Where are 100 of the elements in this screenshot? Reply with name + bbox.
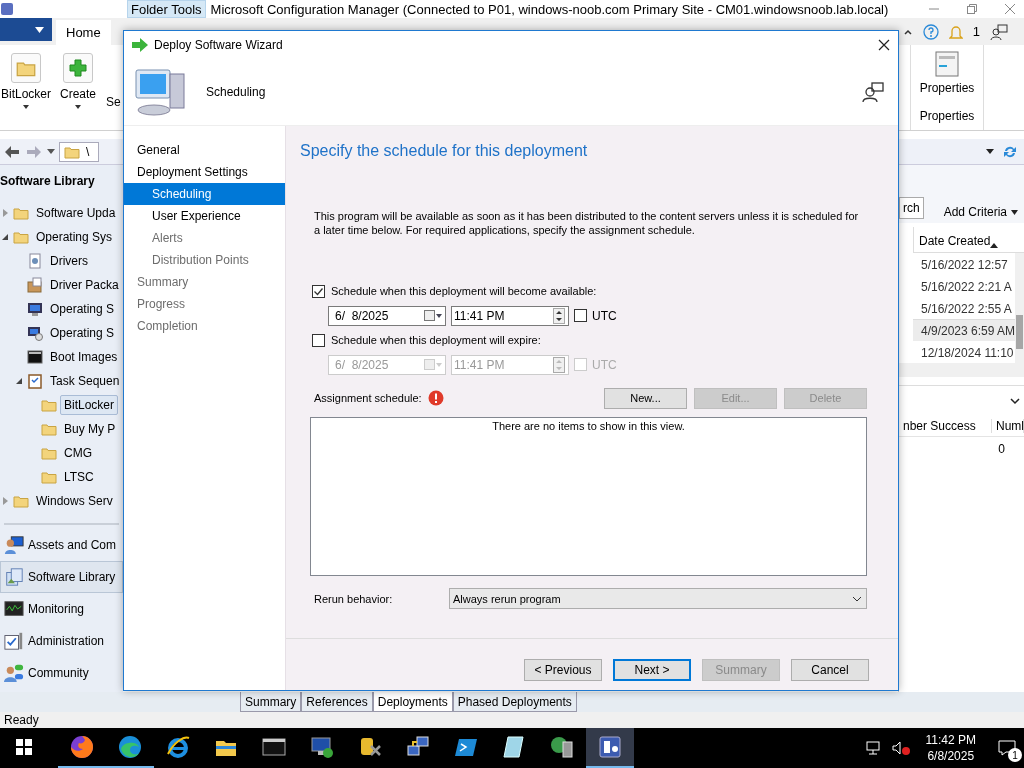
context-tab[interactable]: Folder Tools [127, 0, 206, 18]
folder-icon [41, 397, 57, 413]
dropdown[interactable]: Always rerun program [449, 588, 867, 609]
console-icon [27, 349, 43, 365]
spinner-icon [553, 307, 565, 324]
tree-item[interactable]: Drivers [46, 251, 92, 271]
ribbon-tab[interactable]: Home [56, 20, 111, 45]
speaker-muted-icon [891, 740, 912, 756]
checkbox[interactable] [312, 333, 325, 347]
add-criteria-link[interactable]: Add Criteria [943, 205, 1008, 219]
forward-arrow-icon [25, 143, 43, 160]
caret-icon [1011, 209, 1019, 215]
close-icon [1004, 3, 1016, 15]
user-computer-icon [4, 535, 24, 555]
window-title: Microsoft Configuration Manager (Connected to P01, windows-noob.com Primary Site - CM01.windowsnoob.lab.local) [210, 1, 889, 17]
checkbox-label: UTC [592, 308, 617, 323]
wizard-button[interactable]: < Previous [524, 659, 602, 681]
tab[interactable]: Deployments [372, 692, 453, 712]
taskbar-button[interactable] [586, 728, 634, 768]
tree-item[interactable]: LTSC [60, 467, 98, 487]
chevron-down-icon [1010, 396, 1020, 405]
date-picker[interactable]: 6/ 8/2025 [328, 305, 446, 326]
wizard-button[interactable]: Next > [613, 659, 691, 681]
checkbox[interactable] [312, 284, 325, 298]
gear-document-icon [27, 253, 43, 269]
app-menu-button[interactable] [0, 18, 52, 41]
expanded-arrow-icon[interactable] [14, 376, 24, 386]
tree-item[interactable]: Windows Serv [32, 491, 117, 511]
monitor-chart-icon [4, 599, 24, 619]
caret-icon [23, 105, 29, 109]
scrollbar[interactable] [1015, 253, 1024, 363]
tab[interactable]: References [301, 692, 373, 712]
wizard-button[interactable]: Cancel [791, 659, 869, 681]
computer-icon [134, 66, 188, 118]
expanded-arrow-icon[interactable] [0, 232, 10, 242]
table-cell[interactable]: 5/16/2022 12:57 [913, 253, 1016, 275]
caret-icon [47, 148, 55, 155]
clock[interactable]: 11:42 PM 6/8/2025 [925, 732, 976, 764]
maximize-icon [966, 3, 978, 15]
user-feedback-icon [862, 81, 884, 103]
workspace-label: Community [28, 666, 89, 680]
globe-server-icon [549, 734, 575, 760]
tree-item[interactable]: Operating Sys [32, 227, 117, 247]
workspace-item[interactable]: Administration [0, 625, 123, 657]
scrollbar[interactable] [899, 363, 1024, 377]
workspace-item[interactable]: Community [0, 657, 123, 689]
empty-message: There are no items to show in this view. [492, 420, 685, 434]
column-header[interactable]: Numl [992, 418, 1024, 433]
caret-icon [35, 26, 44, 33]
calendar-icon [424, 358, 442, 371]
action-button[interactable]: New... [604, 387, 687, 409]
ribbon-button[interactable]: Create [60, 87, 96, 101]
properties-button[interactable]: Properties [919, 81, 975, 95]
checkbox[interactable] [574, 309, 587, 322]
table-cell[interactable]: 5/16/2022 2:21 A [913, 275, 1016, 297]
clipboard-icon [27, 373, 43, 389]
tree-item[interactable]: Boot Images [46, 347, 122, 367]
workspace-label: Assets and Com [28, 538, 117, 552]
workspace-label: Monitoring [28, 602, 85, 616]
workspace-label: Administration [28, 634, 105, 648]
tree-item[interactable]: CMG [60, 443, 96, 463]
wizard-step[interactable]: Deployment Settings [124, 161, 285, 183]
table-cell[interactable]: 4/9/2023 6:59 AM [913, 319, 1016, 341]
workspace-item[interactable]: Monitoring [0, 593, 123, 625]
wave-circle-icon [117, 734, 143, 760]
schedule-list[interactable]: There are no items to show in this view. [310, 417, 867, 576]
wizard-step[interactable]: User Experience [124, 205, 285, 227]
tab[interactable]: Phased Deployments [452, 692, 577, 712]
ribbon-button[interactable]: BitLocker [1, 87, 51, 101]
column-header[interactable]: Date Created [919, 234, 991, 248]
table-cell[interactable]: 12/18/2024 11:10 [913, 341, 1016, 363]
search-button[interactable]: rch [899, 197, 924, 219]
checklist-wrench-icon [4, 631, 24, 651]
app-icon [0, 2, 14, 16]
tree-item[interactable]: BitLocker [60, 395, 119, 415]
tree-item[interactable]: Operating S [46, 323, 119, 343]
tree-item[interactable]: Buy My P [60, 419, 120, 439]
workspace-item[interactable]: Assets and Com [0, 529, 123, 561]
notification-count: 1 [972, 24, 980, 39]
folder-icon [13, 229, 29, 245]
fox-globe-icon [69, 734, 95, 760]
tree-item[interactable]: Software Upda [32, 203, 120, 223]
status-text: Ready [4, 713, 39, 727]
bell-icon [948, 23, 963, 40]
ribbon-button[interactable]: Se [106, 95, 121, 109]
table-cell[interactable]: 5/16/2022 2:55 A [913, 297, 1016, 319]
tree-item[interactable]: Operating S [46, 299, 119, 319]
tree-item[interactable]: Task Sequen [46, 371, 123, 391]
tab[interactable]: Summary [240, 692, 302, 712]
workspace-item[interactable]: Software Library [0, 561, 123, 593]
page-heading: Specify the schedule for this deployment [300, 142, 589, 160]
time-picker[interactable]: 11:41 PM [451, 305, 569, 326]
tree-item[interactable]: Driver Packa [46, 275, 123, 295]
ring-icon [165, 734, 191, 760]
folder-icon [13, 493, 29, 509]
wizard-step[interactable]: General [124, 139, 285, 161]
console-app-icon [597, 734, 623, 760]
package-icon [27, 277, 43, 293]
wizard-step[interactable]: Scheduling [124, 183, 285, 205]
address-field[interactable]: \ [59, 141, 99, 162]
